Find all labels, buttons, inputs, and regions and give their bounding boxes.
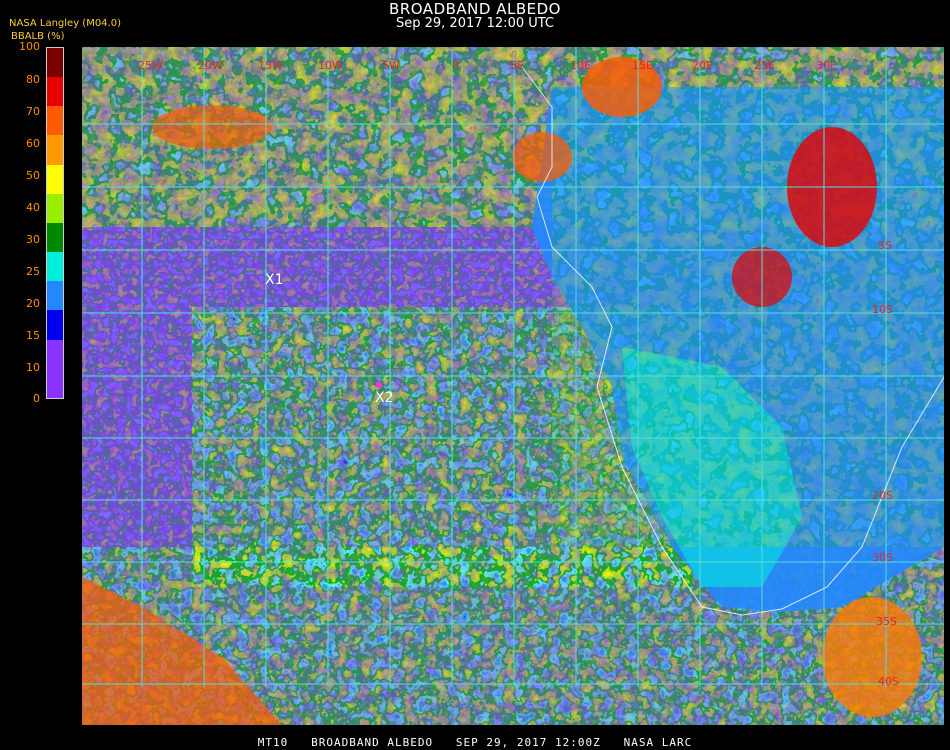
lat-label: 40S (878, 675, 899, 688)
marker-label: X2 (375, 390, 394, 406)
land-cloud-texture (552, 87, 944, 547)
colorbar-swatch-30-40 (47, 222, 63, 253)
colorbar-swatch-80-90 (47, 77, 63, 107)
colorbar-swatch-25-30 (47, 252, 63, 282)
colorbar-tick: 60 (26, 137, 40, 150)
colorbar-swatch-15-20 (47, 310, 63, 340)
lon-label: 30E (816, 59, 837, 72)
lon-label: 0 (452, 59, 459, 72)
lon-label: 25E (754, 59, 775, 72)
colorbar-tick: 0 (33, 392, 40, 405)
lon-label: 15W (258, 59, 283, 72)
colorbar-tick: 100 (19, 40, 40, 53)
marker-x1[interactable]: X1 (265, 272, 284, 288)
lon-label: 5E (510, 59, 524, 72)
colorbar-tick: 30 (26, 233, 40, 246)
colorbar-swatch-50-60 (47, 164, 63, 194)
footer-caption: MT10 BROADBAND ALBEDO SEP 29, 2017 12:00… (257, 736, 693, 749)
colorbar-tick: 40 (26, 201, 40, 214)
lat-label: 20S (872, 489, 893, 502)
colorbar-tick: 15 (26, 329, 40, 342)
colorbar-swatch-10-15 (47, 339, 63, 369)
lat-label: 10S (872, 303, 893, 316)
colorbar-tick: 80 (26, 73, 40, 86)
colorbar (46, 47, 64, 399)
albedo-map[interactable]: 25W 20W 15W 10W 5W 0 5E 10E 15E 20E 25E … (82, 47, 944, 725)
lon-label: 10W (318, 59, 343, 72)
lat-label: 30S (872, 551, 893, 564)
lon-label: 10E (570, 59, 591, 72)
lat-label: 5S (878, 239, 892, 252)
lon-label: 20E (692, 59, 713, 72)
colorbar-tick: 20 (26, 297, 40, 310)
convective-core (152, 105, 272, 149)
source-label: NASA Langley (M04.0) (9, 18, 121, 29)
colorbar-swatch-20-25 (47, 281, 63, 311)
lon-label: 20W (198, 59, 223, 72)
colorbar-tick: 10 (26, 361, 40, 374)
colorbar-swatch-0-10 (47, 368, 63, 398)
convective-core (512, 132, 572, 182)
colorbar-swatch-90-100 (47, 48, 63, 78)
southern-storm (822, 597, 922, 717)
marker-dot (376, 382, 382, 388)
colorbar-tick: 70 (26, 105, 40, 118)
marker-label: X1 (265, 272, 284, 288)
colorbar-tick: 25 (26, 265, 40, 278)
colorbar-swatch-40-50 (47, 193, 63, 223)
lon-label: 15E (632, 59, 653, 72)
map-subtitle: Sep 29, 2017 12:00 UTC (395, 16, 555, 31)
colorbar-swatch-70-80 (47, 106, 63, 136)
lon-label: 25W (138, 59, 163, 72)
albedo-field (82, 47, 944, 725)
lon-label: 5W (382, 59, 400, 72)
colorbar-swatch-60-70 (47, 135, 63, 165)
colorbar-tick: 50 (26, 169, 40, 182)
map-title: BROADBAND ALBEDO (389, 0, 561, 18)
lat-label: 35S (876, 615, 897, 628)
